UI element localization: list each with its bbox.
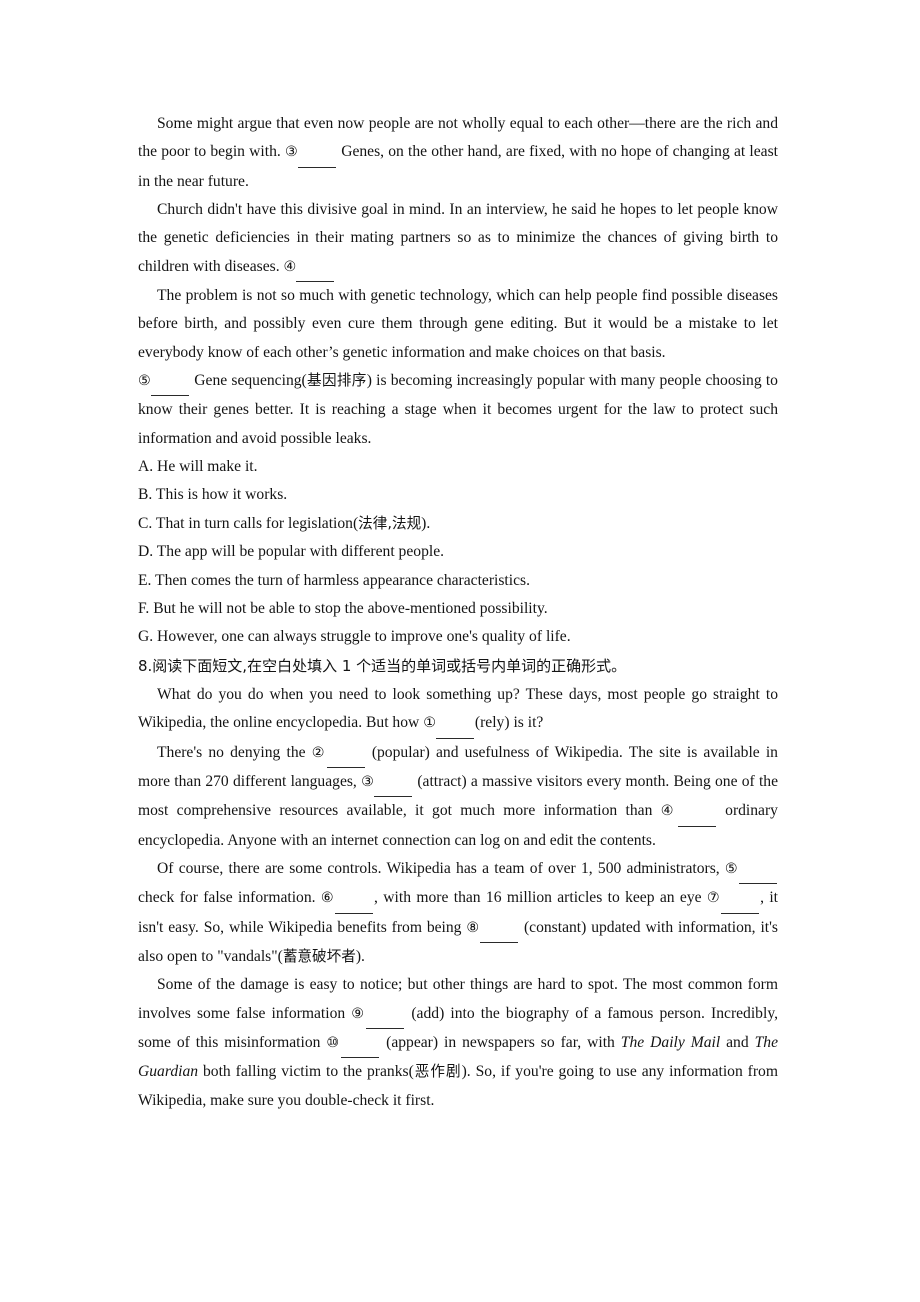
option-a: A. He will make it. <box>138 453 778 481</box>
instruction-question-8: 8.阅读下面短文,在空白处填入 1 个适当的单词或括号内单词的正确形式。 <box>138 652 778 681</box>
chinese-gloss: 恶作剧 <box>413 1063 462 1081</box>
chinese-gloss: 8.阅读下面短文,在空白处填入 1 个适当的单词或括号内单词的正确形式。 <box>138 656 627 675</box>
publication-title: The Daily Mail <box>620 1034 721 1051</box>
chinese-gloss: 基因排序 <box>306 372 367 390</box>
circled-number: ① <box>423 715 436 732</box>
answer-blank[interactable] <box>326 739 365 768</box>
text-run: F. But he will not be able to stop the a… <box>138 599 548 617</box>
paragraph-church: Church didn't have this divisive goal in… <box>138 196 778 283</box>
answer-blank[interactable] <box>151 367 190 397</box>
text-run: C. That in turn calls for legislation( <box>138 514 359 532</box>
paragraph-gene-sequencing: ⑤ Gene sequencing(基因排序) is becoming incr… <box>138 367 778 453</box>
circled-number: ⑤ <box>138 373 152 390</box>
circled-number: ⑦ <box>706 890 722 907</box>
text-run: check for false information. <box>138 889 321 907</box>
document-body: Some might argue that even now people ar… <box>138 110 778 1115</box>
circled-number: ② <box>311 744 327 761</box>
answer-blank[interactable] <box>721 884 760 914</box>
text-run: (rely) is it? <box>474 714 544 732</box>
text-run: G. However, one can always struggle to i… <box>138 628 571 646</box>
paragraph-wikipedia-popularity: There's no denying the ② (popular) and u… <box>138 739 778 855</box>
text-run: and <box>720 1034 755 1051</box>
circled-number: ⑩ <box>326 1035 342 1051</box>
option-c: C. That in turn calls for legislation(法律… <box>138 510 778 538</box>
option-e: E. Then comes the turn of harmless appea… <box>138 567 778 595</box>
text-run: (appear) in newspapers so far, with <box>380 1034 621 1051</box>
paragraph-wikipedia-controls: Of course, there are some controls. Wiki… <box>138 855 778 971</box>
text-run: A. He will make it. <box>138 458 258 476</box>
paragraph-problem: The problem is not so much with genetic … <box>138 282 778 367</box>
text-run: both falling victim to the pranks( <box>198 1063 414 1081</box>
option-d: D. The app will be popular with differen… <box>138 538 778 566</box>
text-run: The problem is not so much with genetic … <box>138 287 778 361</box>
option-g: G. However, one can always struggle to i… <box>138 623 778 651</box>
circled-number: ④ <box>283 258 297 275</box>
text-run: Gene sequencing( <box>190 372 307 390</box>
text-run: , with more than 16 million articles to … <box>374 889 707 907</box>
answer-blank[interactable] <box>296 253 335 283</box>
text-run: Of course, there are some controls. Wiki… <box>157 859 725 877</box>
answer-blank[interactable] <box>366 1000 405 1029</box>
text-run: There's no denying the <box>157 743 312 761</box>
circled-number: ⑥ <box>320 890 336 907</box>
text-run: D. The app will be popular with differen… <box>138 543 445 561</box>
answer-blank[interactable] <box>677 797 716 827</box>
worksheet-page: Some might argue that even now people ar… <box>0 0 920 1302</box>
chinese-gloss: 蓄意破坏者 <box>282 947 356 965</box>
paragraph-wikipedia-damage: Some of the damage is easy to notice; bu… <box>138 971 778 1115</box>
circled-number: ⑤ <box>724 860 739 877</box>
option-f: F. But he will not be able to stop the a… <box>138 595 778 623</box>
circled-number: ⑧ <box>466 919 481 936</box>
chinese-gloss: 法律,法规 <box>358 514 422 532</box>
text-run: E. Then comes the turn of harmless appea… <box>138 571 530 589</box>
circled-number: ⑨ <box>351 1005 367 1022</box>
answer-blank[interactable] <box>739 855 777 885</box>
text-run: B. This is how it works. <box>138 486 288 504</box>
paragraph-equality: Some might argue that even now people ar… <box>138 110 778 196</box>
text-run: ). <box>421 514 431 532</box>
answer-blank[interactable] <box>480 914 519 943</box>
text-run: ). <box>355 947 365 965</box>
paragraph-wikipedia-intro: What do you do when you need to look som… <box>138 681 778 739</box>
answer-blank[interactable] <box>341 1029 380 1059</box>
circled-number: ③ <box>284 144 298 161</box>
text-run: Church didn't have this divisive goal in… <box>138 201 778 275</box>
answer-blank[interactable] <box>435 709 474 739</box>
circled-number: ③ <box>361 773 375 790</box>
answer-blank[interactable] <box>374 768 413 798</box>
option-b: B. This is how it works. <box>138 481 778 509</box>
answer-blank[interactable] <box>298 138 336 168</box>
circled-number: ④ <box>660 803 678 820</box>
answer-blank[interactable] <box>335 884 374 914</box>
